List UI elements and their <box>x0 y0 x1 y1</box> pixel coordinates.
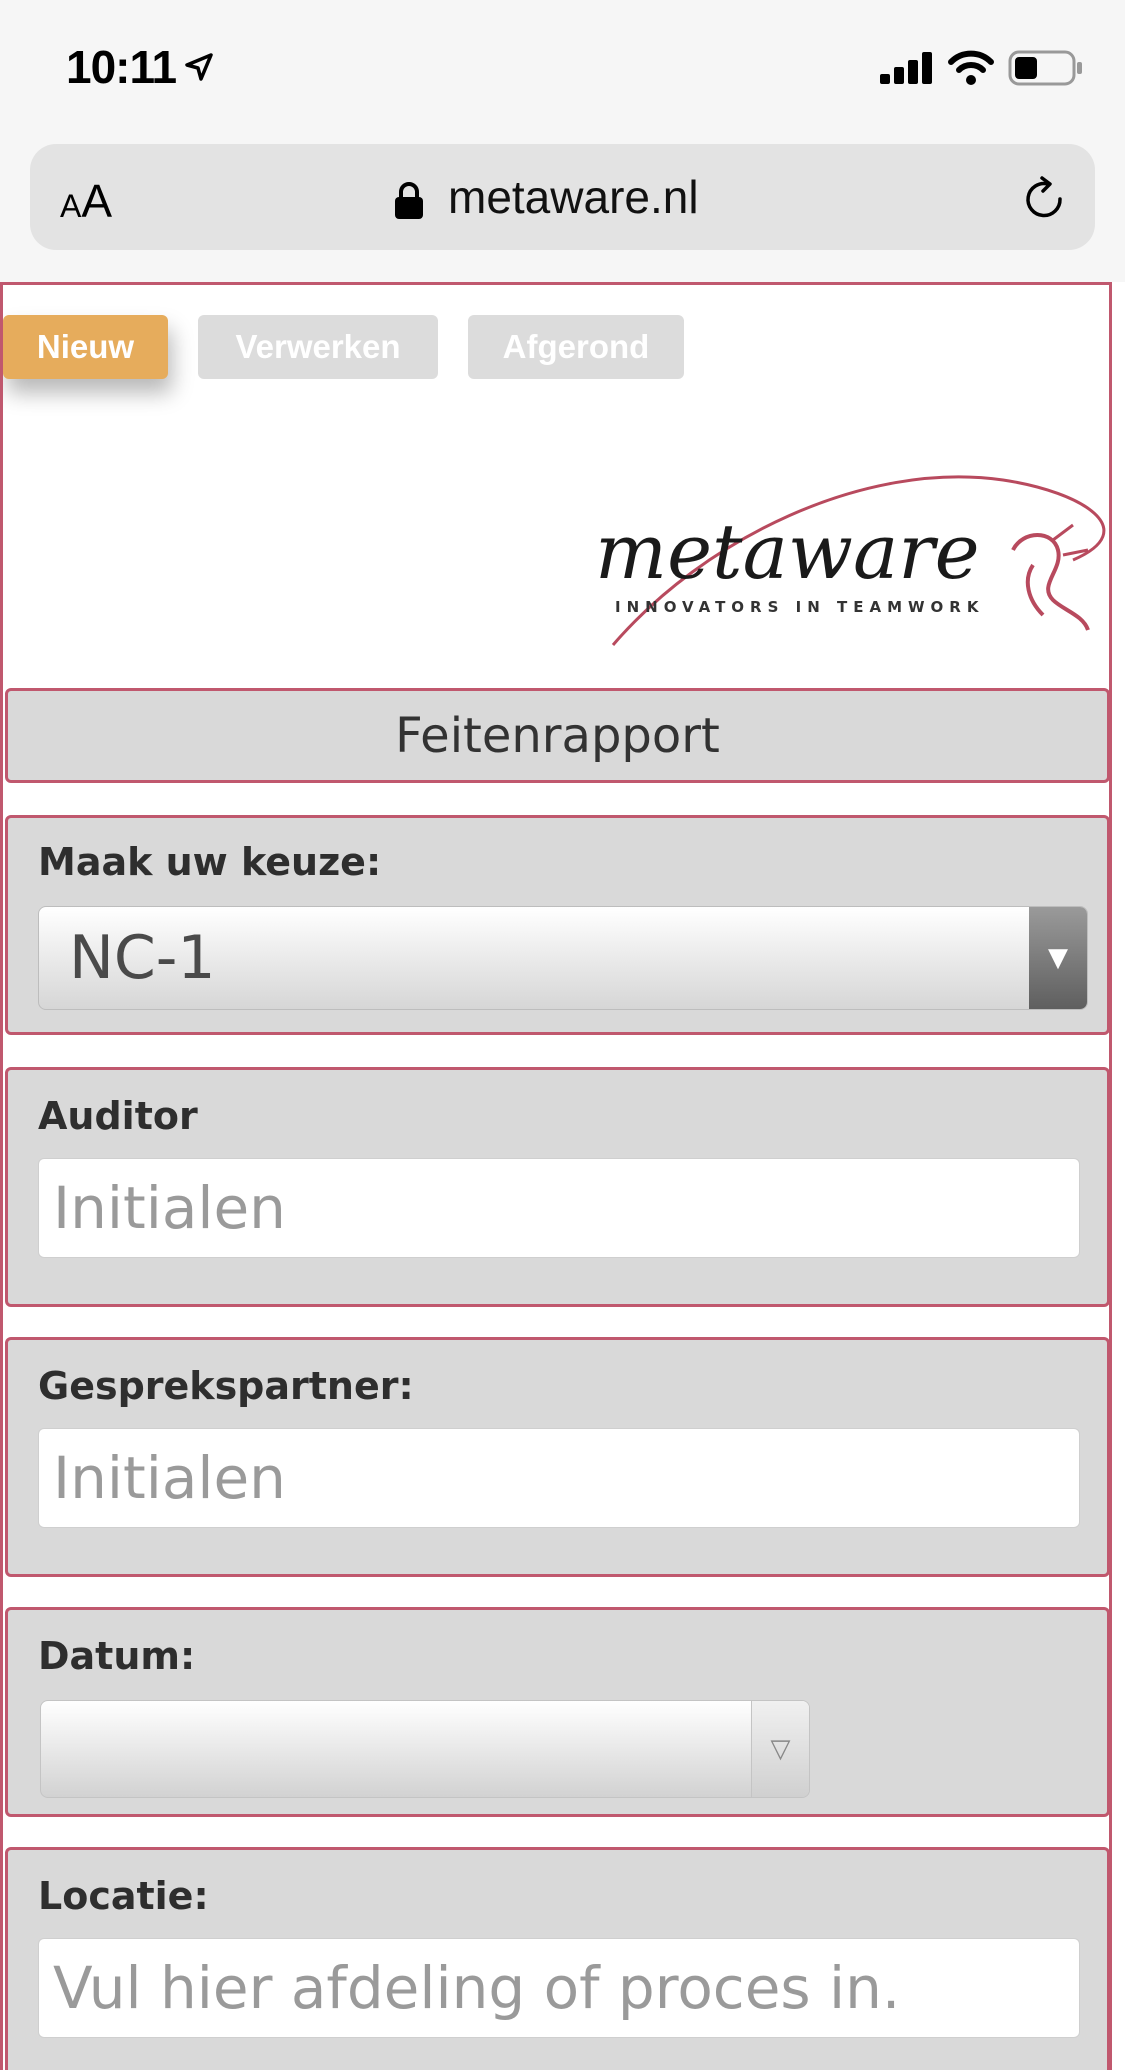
choice-selected-value: NC-1 <box>69 923 216 993</box>
metaware-logo: metaware INNOVATORS IN TEAMWORK <box>583 470 1109 654</box>
reload-icon[interactable] <box>1020 174 1070 228</box>
battery-icon <box>1008 50 1084 90</box>
partner-label: Gesprekspartner: <box>38 1364 414 1408</box>
cellular-signal-icon <box>880 52 934 88</box>
chevron-down-icon[interactable]: ▼ <box>1029 907 1087 1009</box>
location-section: Locatie: <box>5 1847 1109 2070</box>
partner-section: Gesprekspartner: <box>5 1337 1109 1577</box>
browser-chrome: AA metaware.nl <box>0 140 1125 282</box>
url-text[interactable]: metaware.nl <box>448 170 699 224</box>
tab-afgerond[interactable]: Afgerond <box>468 315 684 379</box>
status-time: 10:11 <box>66 41 177 93</box>
choice-label: Maak uw keuze: <box>38 840 382 884</box>
chevron-down-icon[interactable]: ▽ <box>751 1701 809 1797</box>
page-content: Nieuw Verwerken Afgerond metaware INNOVA… <box>0 282 1112 2070</box>
tab-nieuw[interactable]: Nieuw <box>3 315 168 379</box>
status-bar: 10:11 <box>0 0 1125 140</box>
partner-input[interactable] <box>38 1428 1080 1528</box>
text-size-button[interactable]: AA <box>60 174 112 228</box>
svg-text:INNOVATORS IN TEAMWORK: INNOVATORS IN TEAMWORK <box>615 598 984 616</box>
form-title: Feitenrapport <box>5 688 1109 783</box>
tab-verwerken[interactable]: Verwerken <box>198 315 438 379</box>
auditor-label: Auditor <box>38 1094 198 1138</box>
svg-text:metaware: metaware <box>595 507 980 596</box>
location-arrow-icon <box>184 52 214 86</box>
date-select[interactable]: ▽ <box>40 1700 810 1798</box>
choice-section: Maak uw keuze: NC-1 ▼ <box>5 815 1109 1035</box>
location-input[interactable] <box>38 1938 1080 2038</box>
address-bar[interactable]: AA metaware.nl <box>30 144 1095 250</box>
wifi-icon <box>948 50 994 90</box>
auditor-input[interactable] <box>38 1158 1080 1258</box>
choice-select[interactable]: NC-1 ▼ <box>38 906 1088 1010</box>
lock-icon <box>394 182 424 224</box>
location-label: Locatie: <box>38 1874 209 1918</box>
date-label: Datum: <box>38 1634 196 1678</box>
date-section: Datum: ▽ <box>5 1607 1109 1817</box>
auditor-section: Auditor <box>5 1067 1109 1307</box>
